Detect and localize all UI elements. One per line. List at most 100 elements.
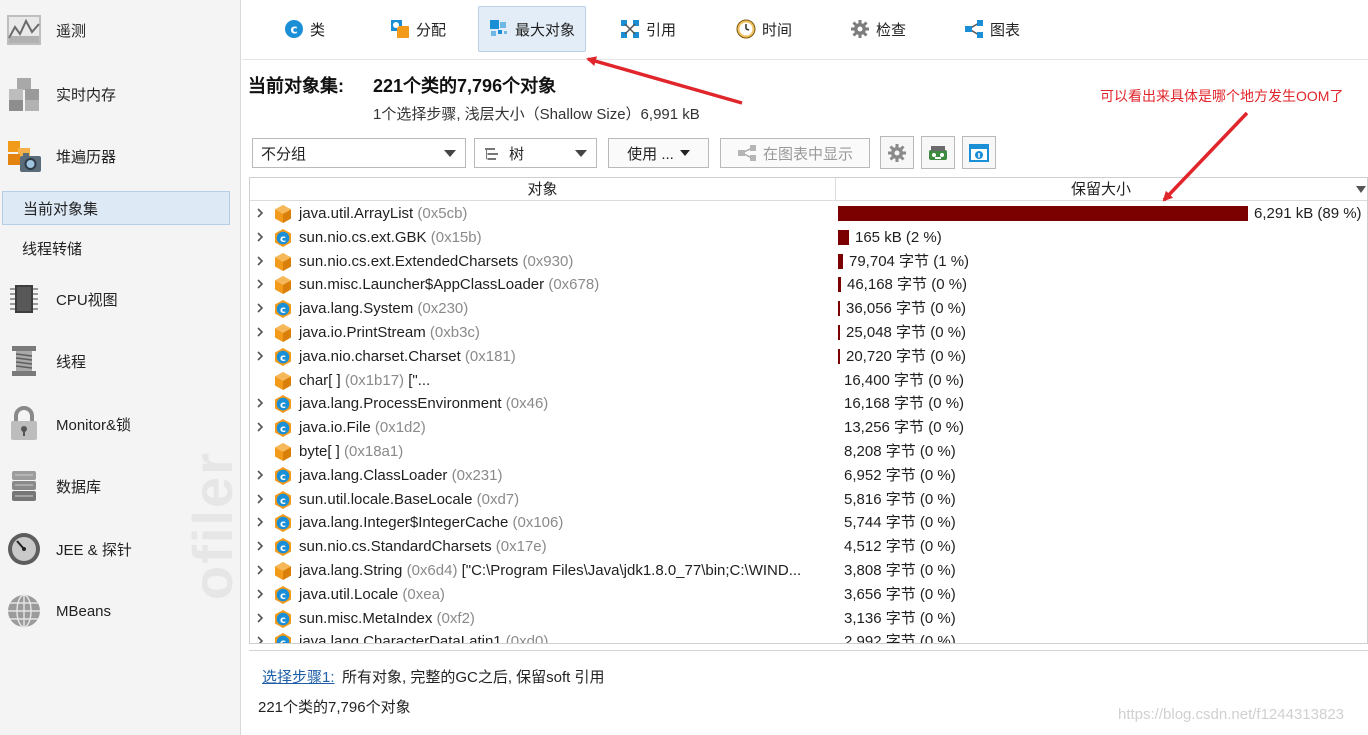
column-header-object[interactable]: 对象 xyxy=(250,178,836,201)
table-row[interactable]: c java.lang.Integer$IntegerCache (0x106) 5… xyxy=(250,511,1367,535)
chevron-right-icon[interactable] xyxy=(253,587,267,601)
sidebar-item-monitor-locks[interactable]: Monitor&锁 xyxy=(0,398,240,450)
chevron-right-icon[interactable] xyxy=(253,634,267,644)
sidebar-item-threads[interactable]: 线程 xyxy=(0,335,240,387)
object-class-name: java.lang.CharacterDataLatin1 xyxy=(299,633,502,644)
mark-heap-button[interactable] xyxy=(962,136,996,169)
show-in-graph-button[interactable]: 在图表中显示 xyxy=(720,138,870,168)
chevron-right-icon[interactable] xyxy=(253,254,267,268)
chevron-right-icon[interactable] xyxy=(253,301,267,315)
sidebar-item-telemetry[interactable]: 遥测 xyxy=(0,4,240,56)
chevron-right-icon[interactable] xyxy=(253,277,267,291)
chevron-right-icon[interactable] xyxy=(253,230,267,244)
table-row[interactable]: c java.util.Locale (0xea) 3,656 字节 (0 %) xyxy=(250,583,1367,607)
object-class-name: java.io.File xyxy=(299,419,371,437)
chevron-right-icon[interactable] xyxy=(253,468,267,482)
object-class-name: java.lang.System xyxy=(299,300,414,318)
table-row[interactable]: c java.nio.charset.Charset (0x181) 20,720 … xyxy=(250,345,1367,369)
sidebar-item-label: 遥测 xyxy=(56,22,87,40)
object-class-name: java.lang.String xyxy=(299,562,403,579)
table-row[interactable]: c java.lang.ClassLoader (0x231) 6,952 字节 (… xyxy=(250,464,1367,488)
chevron-right-icon[interactable] xyxy=(253,492,267,506)
sidebar-item-mbeans[interactable]: MBeans xyxy=(0,585,240,637)
grouping-select[interactable]: 不分组 xyxy=(252,138,466,168)
table-row[interactable]: sun.misc.Launcher$AppClassLoader (0x678)… xyxy=(250,273,1367,297)
tab-label: 最大对象 xyxy=(515,21,576,39)
use-button-label: 使用 ... xyxy=(627,145,674,163)
retained-size-bar xyxy=(838,229,849,245)
use-button[interactable]: 使用 ... xyxy=(608,138,709,168)
object-icon xyxy=(275,371,291,390)
retained-size-value: 4,512 字节 (0 %) xyxy=(844,538,956,556)
table-row[interactable]: char[ ] (0x1b17) ["... 16,400 字节 (0 %) xyxy=(250,369,1367,393)
table-row[interactable]: c sun.misc.MetaIndex (0xf2) 3,136 字节 (0 %) xyxy=(250,607,1367,631)
chevron-right-icon[interactable] xyxy=(253,515,267,529)
tab-time[interactable]: 时间 xyxy=(726,6,802,52)
object-address: (0xf2) xyxy=(432,609,475,627)
table-row[interactable]: java.lang.String (0x6d4) ["C:\Program Fi… xyxy=(250,559,1367,583)
tab-graph[interactable]: 图表 xyxy=(954,6,1030,52)
table-row[interactable]: sun.nio.cs.ext.ExtendedCharsets (0x930) 7… xyxy=(250,250,1367,274)
svg-text:c: c xyxy=(280,234,286,245)
object-name: java.lang.System (0x230) xyxy=(299,297,468,321)
chevron-right-icon[interactable] xyxy=(253,563,267,577)
clock-icon xyxy=(736,19,756,39)
tab-biggest-objects[interactable]: 最大对象 xyxy=(478,6,587,52)
table-row[interactable]: java.io.PrintStream (0xb3c) 25,048 字节 (0 … xyxy=(250,321,1367,345)
sidebar-subitem-thread-dump[interactable]: 线程转储 xyxy=(2,231,230,265)
tab-references[interactable]: 引用 xyxy=(610,6,686,52)
arrow-to-biggest-objects-tab xyxy=(586,56,743,105)
chevron-right-icon[interactable] xyxy=(253,539,267,553)
sidebar-subitem-current-object-set[interactable]: 当前对象集 xyxy=(2,191,230,225)
retained-size-value: 6,291 kB (89 %) xyxy=(1254,205,1362,222)
table-row[interactable]: c java.lang.System (0x230) 36,056 字节 (0 %) xyxy=(250,297,1367,321)
table-row[interactable]: c sun.nio.cs.ext.GBK (0x15b) 165 kB (2 %) xyxy=(250,226,1367,250)
table-row[interactable]: c sun.nio.cs.StandardCharsets (0x17e) 4,51… xyxy=(250,535,1367,559)
column-header-retained-size[interactable]: 保留大小 xyxy=(836,178,1366,201)
class-object-icon: c xyxy=(275,419,291,438)
cpu-icon xyxy=(10,285,38,313)
tab-label: 图表 xyxy=(990,21,1021,39)
table-row[interactable]: byte[ ] (0x18a1) 8,208 字节 (0 %) xyxy=(250,440,1367,464)
chevron-right-icon[interactable] xyxy=(253,420,267,434)
tab-label: 分配 xyxy=(416,21,447,39)
object-name: java.lang.String (0x6d4) ["C:\Program Fi… xyxy=(299,559,801,583)
table-header: 对象 保留大小 xyxy=(250,178,1367,201)
sidebar-item-label: 数据库 xyxy=(56,478,102,496)
table-row[interactable]: c java.lang.ProcessEnvironment (0x46) 16,1… xyxy=(250,392,1367,416)
class-c-icon: c xyxy=(285,20,303,38)
view-mode-select[interactable]: 树 xyxy=(474,138,597,168)
sidebar-item-database[interactable]: 数据库 xyxy=(0,460,240,512)
chevron-down-icon xyxy=(575,150,587,157)
live-memory-icon xyxy=(9,78,39,111)
tab-allocations[interactable]: 分配 xyxy=(380,6,456,52)
object-class-name: java.io.PrintStream xyxy=(299,324,426,341)
chevron-right-icon[interactable] xyxy=(253,206,267,220)
chevron-right-icon[interactable] xyxy=(253,349,267,363)
object-address: (0x17e) xyxy=(491,538,547,556)
selection-step-link[interactable]: 选择步骤1: xyxy=(262,666,335,687)
object-class-name: java.util.Locale xyxy=(299,585,399,603)
settings-button[interactable] xyxy=(880,136,914,169)
sidebar-item-cpu-view[interactable]: CPU视图 xyxy=(0,273,240,325)
sidebar-item-heap-walker[interactable]: 堆遍历器 xyxy=(0,130,240,182)
tab-label: 检查 xyxy=(876,21,907,39)
sidebar-item-live-memory[interactable]: 实时内存 xyxy=(0,68,240,120)
sort-descending-icon[interactable] xyxy=(1356,186,1366,193)
tab-classes[interactable]: c 类 xyxy=(274,6,335,52)
table-row[interactable]: java.util.ArrayList (0x5cb) 6,291 kB (89 … xyxy=(250,202,1367,226)
tab-inspections[interactable]: 检查 xyxy=(840,6,916,52)
chevron-right-icon[interactable] xyxy=(253,611,267,625)
object-address: (0xd7) xyxy=(472,490,520,508)
chevron-right-icon[interactable] xyxy=(253,396,267,410)
table-row[interactable]: c sun.util.locale.BaseLocale (0xd7) 5,816 … xyxy=(250,488,1367,512)
table-row[interactable]: c java.lang.CharacterDataLatin1 (0xd0) 2,9… xyxy=(250,630,1367,644)
sidebar-item-jee-probes[interactable]: JEE & 探针 xyxy=(0,523,240,575)
object-set-summary: 221个类的7,796个对象 xyxy=(373,76,557,96)
gc-button[interactable] xyxy=(921,136,955,169)
object-address: (0x181) xyxy=(460,347,516,365)
object-address: (0x230) xyxy=(413,300,469,318)
chevron-right-icon[interactable] xyxy=(253,325,267,339)
table-row[interactable]: c java.io.File (0x1d2) 13,256 字节 (0 %) xyxy=(250,416,1367,440)
object-class-name: sun.util.locale.BaseLocale xyxy=(299,490,473,508)
